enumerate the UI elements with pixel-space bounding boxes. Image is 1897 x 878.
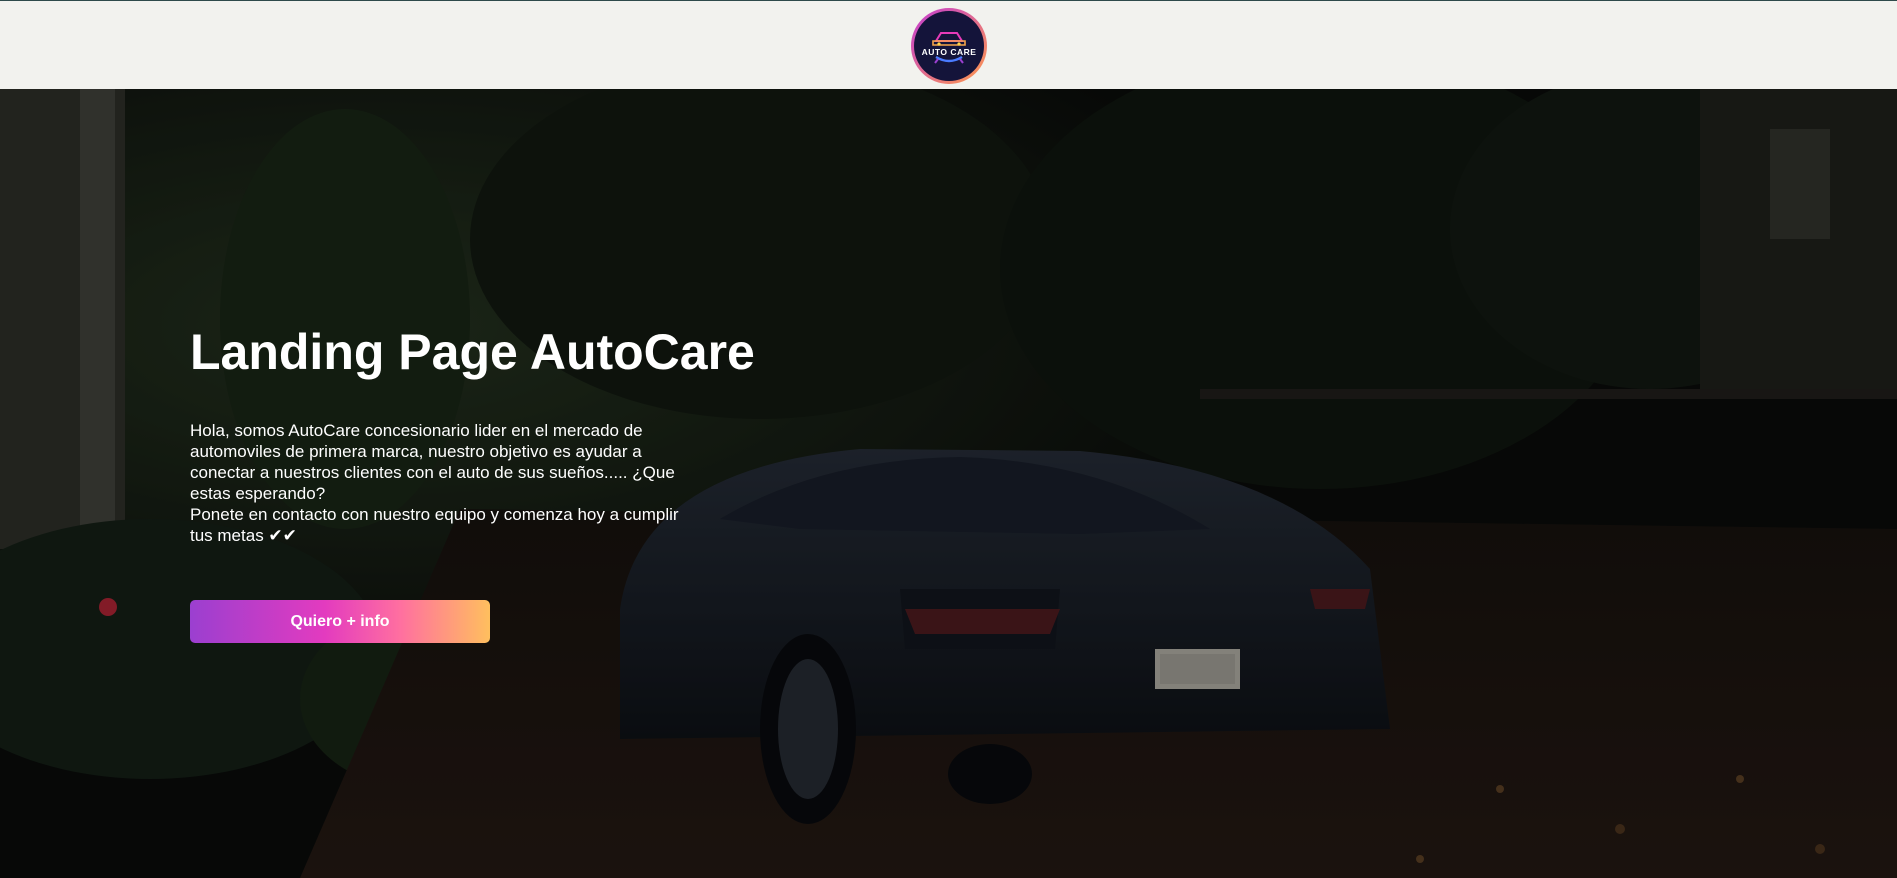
logo-emblem: AUTO CARE <box>914 11 984 81</box>
hero-paragraph-intro: Hola, somos AutoCare concesionario lider… <box>190 421 675 503</box>
more-info-button[interactable]: Quiero + info <box>190 600 490 643</box>
hero-description: Hola, somos AutoCare concesionario lider… <box>190 420 700 546</box>
hero-section: Landing Page AutoCare Hola, somos AutoCa… <box>0 89 1897 878</box>
autocare-logo[interactable]: AUTO CARE <box>911 8 987 84</box>
car-icon <box>932 32 966 64</box>
site-header: AUTO CARE <box>0 0 1897 89</box>
logo-text: AUTO CARE <box>921 47 977 57</box>
hero-paragraph-contact: Ponete en contacto con nuestro equipo y … <box>190 505 679 545</box>
hero-title: Landing Page AutoCare <box>190 324 755 380</box>
